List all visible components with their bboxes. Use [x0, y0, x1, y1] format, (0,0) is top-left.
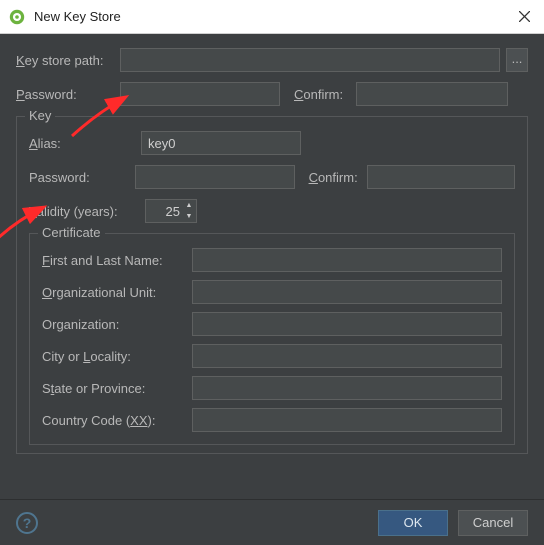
- org-unit-label: Organizational Unit:: [42, 285, 192, 300]
- cancel-button[interactable]: Cancel: [458, 510, 528, 536]
- store-password-input[interactable]: [120, 82, 280, 106]
- ok-label: OK: [404, 515, 423, 530]
- first-last-input[interactable]: [192, 248, 502, 272]
- state-row: State or Province:: [42, 376, 502, 400]
- certificate-group-legend: Certificate: [38, 225, 105, 240]
- country-row: Country Code (XX):: [42, 408, 502, 432]
- organization-label: Organization:: [42, 317, 192, 332]
- alias-label: Alias:: [29, 136, 141, 151]
- alias-row: Alias:: [29, 131, 515, 155]
- cancel-label: Cancel: [473, 515, 513, 530]
- first-last-label: First and Last Name:: [42, 253, 192, 268]
- ok-button[interactable]: OK: [378, 510, 448, 536]
- country-input[interactable]: [192, 408, 502, 432]
- validity-stepper[interactable]: 25 ▲ ▼: [145, 199, 197, 223]
- organization-row: Organization:: [42, 312, 502, 336]
- app-icon: [8, 8, 26, 26]
- validity-value: 25: [146, 204, 182, 219]
- stepper-arrows: ▲ ▼: [182, 200, 196, 222]
- key-password-label: Password:: [29, 170, 135, 185]
- city-input[interactable]: [192, 344, 502, 368]
- store-password-row: Password: Confirm:: [16, 82, 528, 106]
- first-last-row: First and Last Name:: [42, 248, 502, 272]
- key-password-row: Password: Confirm:: [29, 165, 515, 189]
- key-password-input[interactable]: [135, 165, 295, 189]
- org-unit-row: Organizational Unit:: [42, 280, 502, 304]
- validity-row: Validity (years): 25 ▲ ▼: [29, 199, 515, 223]
- organization-input[interactable]: [192, 312, 502, 336]
- key-group: Key Alias: Password: Confirm: Validity (…: [16, 116, 528, 454]
- key-confirm-label: Confirm:: [309, 170, 367, 185]
- org-unit-input[interactable]: [192, 280, 502, 304]
- bottom-bar: ? OK Cancel: [0, 499, 544, 545]
- certificate-group: Certificate First and Last Name: Organiz…: [29, 233, 515, 445]
- state-label: State or Province:: [42, 381, 192, 396]
- keystore-path-input[interactable]: [120, 48, 500, 72]
- key-confirm-input[interactable]: [367, 165, 515, 189]
- validity-label: Validity (years):: [29, 204, 141, 219]
- stepper-up-icon[interactable]: ▲: [182, 200, 196, 211]
- close-icon[interactable]: [510, 3, 538, 31]
- city-row: City or Locality:: [42, 344, 502, 368]
- titlebar: New Key Store: [0, 0, 544, 34]
- ellipsis-icon: ...: [512, 52, 523, 65]
- store-confirm-label: Confirm:: [294, 87, 356, 102]
- key-group-legend: Key: [25, 108, 55, 123]
- keystore-path-label: Key store path:: [16, 53, 120, 68]
- alias-input[interactable]: [141, 131, 301, 155]
- state-input[interactable]: [192, 376, 502, 400]
- store-confirm-input[interactable]: [356, 82, 508, 106]
- window-title: New Key Store: [34, 9, 510, 24]
- country-label: Country Code (XX):: [42, 413, 192, 428]
- help-icon[interactable]: ?: [16, 512, 38, 534]
- browse-button[interactable]: ...: [506, 48, 528, 72]
- keystore-path-row: Key store path: ...: [16, 48, 528, 72]
- dialog-body: Key store path: ... Password: Confirm: K…: [0, 34, 544, 499]
- stepper-down-icon[interactable]: ▼: [182, 211, 196, 222]
- store-password-label: Password:: [16, 87, 120, 102]
- city-label: City or Locality:: [42, 349, 192, 364]
